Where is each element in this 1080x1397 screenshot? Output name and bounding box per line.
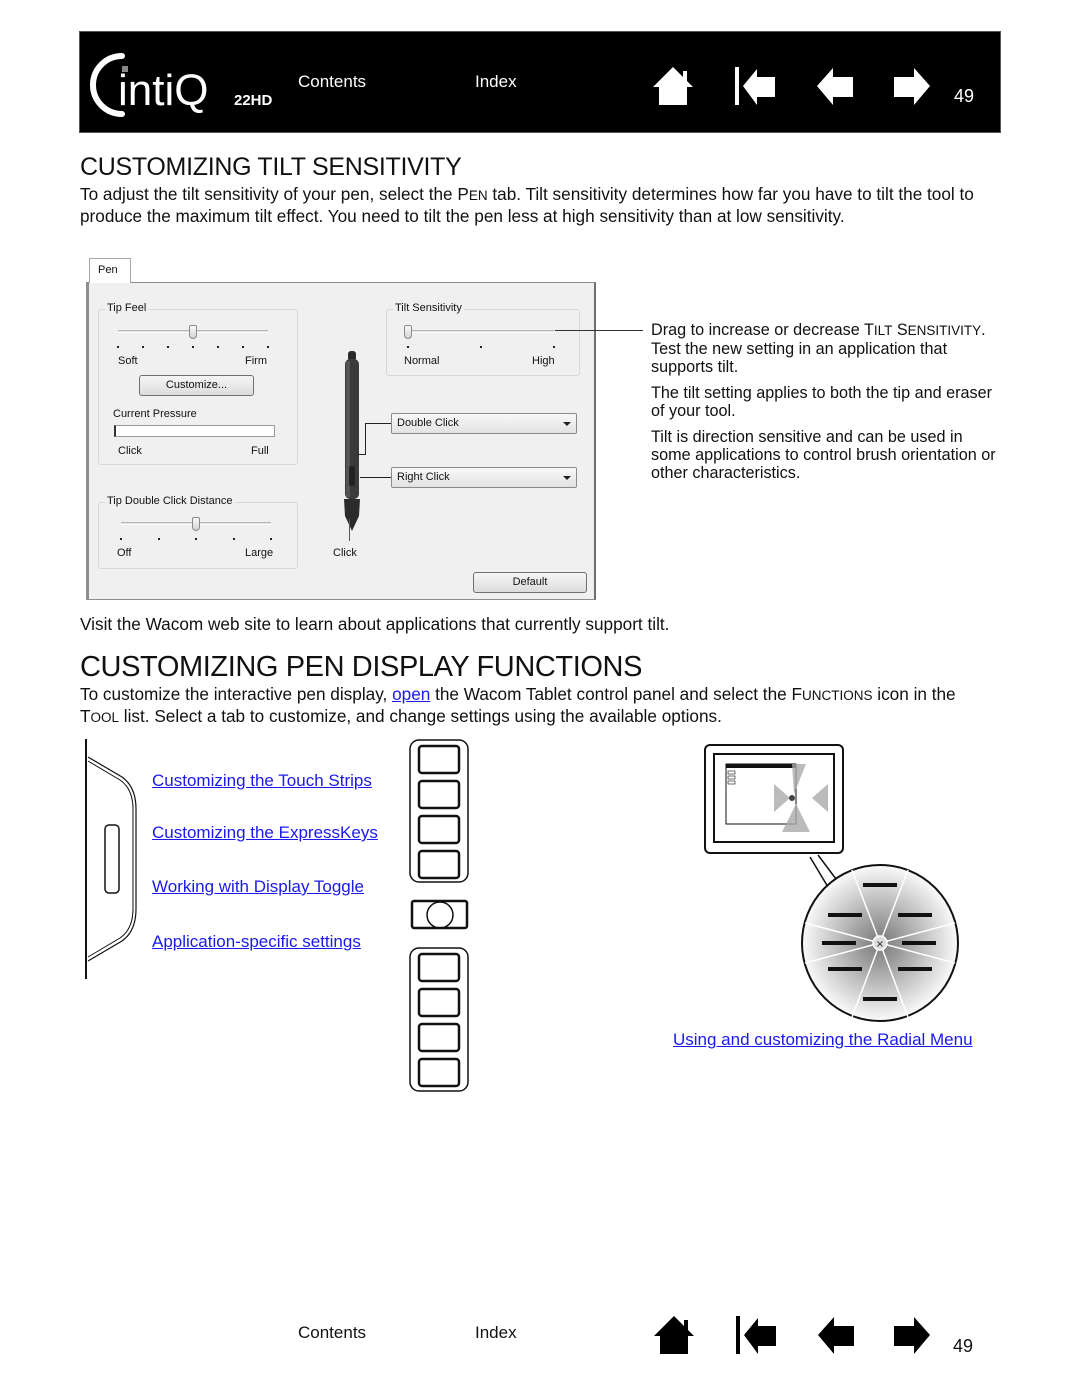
- callout-text-1: Drag to increase or decrease TILT SENSIT…: [651, 321, 986, 376]
- tip-feel-slider[interactable]: [189, 325, 197, 339]
- pen-settings-dialog: Pen Tip Feel Soft Firm Customize... Curr…: [86, 258, 596, 600]
- header-contents-link[interactable]: Contents: [298, 72, 366, 92]
- slider-tick: [142, 346, 144, 348]
- next-page-icon[interactable]: [890, 1314, 934, 1356]
- tilt-sensitivity-max: High: [532, 355, 555, 367]
- default-button[interactable]: Default: [473, 572, 587, 593]
- expresskeys-illustration: [409, 739, 469, 1092]
- tip-feel-title: Tip Feel: [105, 302, 149, 314]
- slider-tick: [117, 346, 119, 348]
- slider-tick: [480, 346, 482, 348]
- first-page-icon[interactable]: [734, 1314, 778, 1356]
- display-toggle-link[interactable]: Working with Display Toggle: [152, 877, 364, 897]
- current-pressure-label: Current Pressure: [113, 408, 197, 420]
- callout-text-2: The tilt setting applies to both the tip…: [651, 384, 993, 420]
- double-click-distance-group: Tip Double Click Distance Off Large: [98, 495, 298, 569]
- slider-tick: [270, 538, 272, 540]
- slider-tick: [553, 346, 555, 348]
- slider-tick: [120, 538, 122, 540]
- home-icon[interactable]: [651, 65, 695, 107]
- tip-click-label: Click: [333, 547, 357, 559]
- double-click-distance-slider[interactable]: [192, 517, 200, 531]
- previous-page-icon[interactable]: [814, 1314, 858, 1356]
- page-number: 49: [954, 86, 975, 106]
- svg-text:×: ×: [876, 939, 884, 950]
- previous-page-icon[interactable]: [813, 65, 857, 107]
- callout-text-3: Tilt is direction sensitive and can be u…: [651, 428, 996, 482]
- footer-contents-link[interactable]: Contents: [298, 1323, 366, 1343]
- current-pressure-bar: [114, 425, 275, 437]
- dropdown-arrow-icon: [563, 476, 571, 480]
- connector-line: [365, 423, 392, 424]
- footer-page-number: 49: [953, 1336, 974, 1356]
- radial-menu-screen-illustration: [704, 744, 844, 854]
- next-page-icon[interactable]: [890, 65, 934, 107]
- connector-line: [360, 477, 392, 478]
- pen-tab-panel: Tip Feel Soft Firm Customize... Current …: [86, 282, 596, 600]
- slider-tick: [192, 346, 194, 348]
- radial-menu-link[interactable]: Using and customizing the Radial Menu: [673, 1030, 973, 1050]
- expresskeys-link[interactable]: Customizing the ExpressKeys: [152, 823, 378, 843]
- double-click-distance-max: Large: [245, 547, 274, 559]
- slider-tick: [407, 346, 409, 348]
- tip-feel-min: Soft: [118, 355, 138, 367]
- cintiq-logo: intiQ 22HD: [90, 53, 273, 117]
- slider-tick: [267, 346, 269, 348]
- pen-image: [344, 351, 360, 531]
- callout-line: [555, 330, 643, 331]
- tip-feel-max: Firm: [245, 355, 267, 367]
- pressure-max: Full: [251, 445, 269, 457]
- tip-feel-group: Tip Feel Soft Firm Customize... Current …: [98, 302, 298, 465]
- tilt-intro: To adjust the tilt sensitivity of your p…: [80, 184, 974, 226]
- connector-line: [357, 454, 366, 455]
- tilt-sensitivity-slider[interactable]: [404, 325, 412, 339]
- slider-tick: [167, 346, 169, 348]
- logo-text: intiQ: [118, 66, 208, 115]
- functions-heading: CUSTOMIZING PEN DISPLAY FUNCTIONS: [80, 651, 643, 683]
- header-bar: intiQ 22HD Contents Index 49: [79, 31, 1001, 133]
- visit-text: Visit the Wacom web site to learn about …: [80, 614, 670, 634]
- slider-tick: [157, 538, 160, 540]
- slider-tick: [242, 346, 244, 348]
- slider-tick: [195, 538, 197, 540]
- slider-tick: [217, 346, 219, 348]
- footer-index-link[interactable]: Index: [475, 1323, 517, 1343]
- tilt-heading: CUSTOMIZING TILT SENSITIVITY: [80, 153, 462, 181]
- connector-line: [349, 519, 350, 541]
- dropdown-arrow-icon: [563, 422, 571, 426]
- tab-pen[interactable]: Pen: [89, 258, 131, 283]
- home-icon[interactable]: [652, 1314, 696, 1356]
- first-page-icon[interactable]: [733, 65, 777, 107]
- application-specific-settings-link[interactable]: Application-specific settings: [152, 932, 361, 952]
- tilt-sensitivity-title: Tilt Sensitivity: [393, 302, 464, 314]
- double-click-distance-title: Tip Double Click Distance: [105, 495, 235, 507]
- side-switch-lower-value: Right Click: [397, 471, 450, 483]
- side-switch-lower-select[interactable]: Right Click: [391, 467, 577, 488]
- header-index-link[interactable]: Index: [475, 72, 517, 92]
- touch-strips-link[interactable]: Customizing the Touch Strips: [152, 771, 372, 791]
- open-link[interactable]: open: [392, 684, 430, 704]
- pressure-min: Click: [118, 445, 142, 457]
- tilt-sensitivity-track: [408, 330, 554, 333]
- functions-intro: To customize the interactive pen display…: [80, 684, 956, 726]
- tilt-sensitivity-min: Normal: [404, 355, 440, 367]
- double-click-distance-min: Off: [117, 547, 132, 559]
- touch-strip-bezel-illustration: [85, 739, 137, 979]
- side-switch-upper-value: Double Click: [397, 417, 459, 429]
- side-switch-upper-select[interactable]: Double Click: [391, 413, 577, 434]
- tilt-sensitivity-group: Tilt Sensitivity Normal High: [386, 302, 580, 376]
- radial-menu-illustration: ×: [801, 854, 959, 1022]
- connector-line: [365, 423, 366, 454]
- logo-model: 22HD: [234, 92, 273, 109]
- customize-button[interactable]: Customize...: [139, 375, 254, 396]
- slider-tick: [232, 538, 235, 540]
